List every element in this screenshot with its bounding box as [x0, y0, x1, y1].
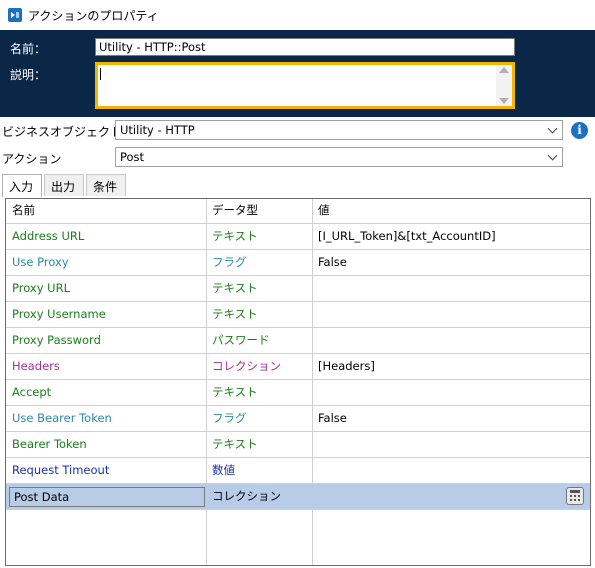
- description-scrollbar[interactable]: [496, 65, 512, 106]
- param-name-edit-field[interactable]: Post Data: [9, 487, 205, 507]
- param-type-cell[interactable]: テキスト: [206, 432, 312, 457]
- action-dropdown[interactable]: Post: [115, 147, 563, 167]
- param-name-cell[interactable]: Accept: [6, 380, 206, 405]
- param-name-cell[interactable]: Proxy Username: [6, 302, 206, 327]
- param-name-cell[interactable]: Bearer Token: [6, 432, 206, 457]
- table-row[interactable]: Use Bearer Token フラグ False: [6, 405, 590, 431]
- chevron-down-icon: [547, 150, 558, 161]
- table-row[interactable]: Headers コレクション [Headers]: [6, 353, 590, 379]
- calculator-icon[interactable]: [566, 487, 584, 505]
- description-label: 説明：: [10, 68, 47, 82]
- window-title: アクションのプロパティ: [28, 9, 159, 23]
- calculator-key: [570, 495, 572, 497]
- name-label: 名前：: [10, 42, 47, 56]
- calculator-key: [570, 499, 572, 501]
- param-type-cell[interactable]: テキスト: [206, 224, 312, 249]
- tab-outputs[interactable]: 出力: [44, 174, 84, 196]
- param-value-cell[interactable]: False: [312, 250, 562, 275]
- window-titlebar: アクションのプロパティ: [0, 0, 595, 30]
- info-icon[interactable]: i: [571, 122, 588, 139]
- param-type-cell[interactable]: パスワード: [206, 328, 312, 353]
- param-name-cell[interactable]: Use Proxy: [6, 250, 206, 275]
- param-name-cell[interactable]: Proxy Password: [6, 328, 206, 353]
- action-icon: [8, 8, 22, 22]
- action-name-input[interactable]: Utility - HTTP::Post: [95, 38, 515, 56]
- table-row[interactable]: Address URL テキスト [I_URL_Token]&[txt_Accoun…: [6, 223, 590, 249]
- business-object-dropdown[interactable]: Utility - HTTP: [115, 120, 563, 140]
- table-row[interactable]: Post Data コレクション: [6, 483, 590, 509]
- param-name-cell[interactable]: Address URL: [6, 224, 206, 249]
- table-row[interactable]: Bearer Token テキスト: [6, 431, 590, 457]
- param-type-cell[interactable]: フラグ: [206, 250, 312, 275]
- tab-conditions[interactable]: 条件: [86, 174, 126, 196]
- param-value-cell[interactable]: False: [312, 406, 562, 431]
- tab-inputs[interactable]: 入力: [2, 174, 42, 197]
- table-row[interactable]: Use Proxy フラグ False: [6, 249, 590, 275]
- table-row[interactable]: Proxy Password パスワード: [6, 327, 590, 353]
- chevron-down-icon: [547, 123, 558, 134]
- calculator-key: [574, 495, 576, 497]
- param-value-cell[interactable]: [Headers]: [312, 354, 562, 379]
- grid-header-row: 名前 データ型 値: [6, 199, 590, 221]
- action-label: アクション: [2, 152, 62, 166]
- column-header-type[interactable]: データ型: [206, 200, 312, 220]
- description-textarea[interactable]: [95, 62, 515, 109]
- grid-end-line: [6, 509, 590, 510]
- param-name-cell[interactable]: Use Bearer Token: [6, 406, 206, 431]
- calculator-key: [574, 499, 576, 501]
- business-object-value: Utility - HTTP: [120, 123, 195, 137]
- param-type-cell[interactable]: コレクション: [206, 354, 312, 379]
- param-type-cell[interactable]: テキスト: [206, 276, 312, 301]
- param-name-cell[interactable]: Headers: [6, 354, 206, 379]
- business-object-label: ビジネスオブジェクト: [2, 125, 123, 139]
- table-row[interactable]: Proxy Username テキスト: [6, 301, 590, 327]
- param-value-cell[interactable]: [I_URL_Token]&[txt_AccountID]: [312, 224, 562, 249]
- calculator-key: [578, 499, 580, 501]
- param-type-cell[interactable]: テキスト: [206, 302, 312, 327]
- column-header-value[interactable]: 値: [312, 200, 582, 220]
- table-row[interactable]: Accept テキスト: [6, 379, 590, 405]
- param-type-cell[interactable]: フラグ: [206, 406, 312, 431]
- param-name-cell[interactable]: Request Timeout: [6, 458, 206, 483]
- param-type-cell[interactable]: 数値: [206, 458, 312, 483]
- calculator-key: [578, 495, 580, 497]
- scroll-up-icon[interactable]: [499, 67, 509, 73]
- action-value: Post: [120, 150, 145, 164]
- calculator-display: [570, 490, 580, 493]
- parameters-grid: 名前 データ型 値 Address URL テキスト [I_URL_Token]&[…: [5, 198, 591, 566]
- param-type-cell[interactable]: コレクション: [206, 484, 312, 509]
- text-caret: [100, 68, 101, 80]
- scroll-down-icon[interactable]: [499, 98, 509, 104]
- table-row[interactable]: Request Timeout 数値: [6, 457, 590, 483]
- param-name-cell[interactable]: Proxy URL: [6, 276, 206, 301]
- table-row[interactable]: Proxy URL テキスト: [6, 275, 590, 301]
- param-type-cell[interactable]: テキスト: [206, 380, 312, 405]
- column-header-name[interactable]: 名前: [6, 200, 206, 220]
